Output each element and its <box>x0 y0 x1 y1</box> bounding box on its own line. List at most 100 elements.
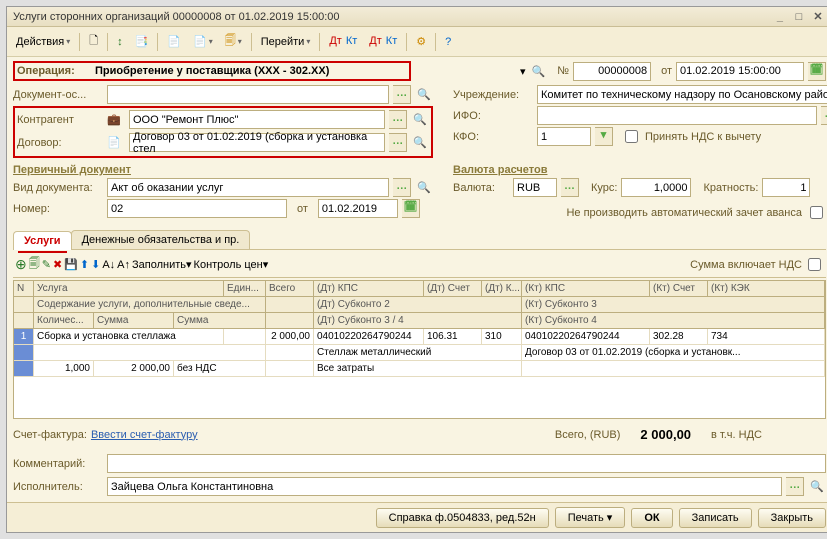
move-down-icon[interactable]: ⬇ <box>91 258 100 271</box>
close-button[interactable]: Закрыть <box>758 508 826 528</box>
doc-number[interactable]: 00000008 <box>573 62 651 81</box>
operation-label: Операция: <box>17 65 91 77</box>
contragent-input[interactable]: ООО "Ремонт Плюс" <box>129 110 385 129</box>
window-title: Услуги сторонних организаций 00000008 от… <box>13 11 340 23</box>
operation-search-icon[interactable]: 🔍 <box>530 65 548 78</box>
price-control-menu[interactable]: Контроль цен▾ <box>194 258 269 271</box>
tb-icon-4[interactable]: 📄 <box>162 32 186 51</box>
vid-search[interactable]: 🔍 <box>415 181 433 194</box>
help-icon[interactable]: ? <box>440 33 456 51</box>
table-row[interactable]: 1 Сборка и установка стеллажа 2 000,00 0… <box>14 329 825 345</box>
uchr-input[interactable]: Комитет по техническому надзору по Осано… <box>537 85 827 104</box>
doc-os-input[interactable] <box>107 85 389 104</box>
kfo-dropdown[interactable]: ▾ <box>595 127 613 146</box>
sum-incl-nds-checkbox[interactable] <box>808 258 821 271</box>
close-icon[interactable]: ✕ <box>810 10 826 23</box>
ifo-label: ИФО: <box>453 110 533 122</box>
edit-row-icon[interactable]: ✎ <box>42 258 51 271</box>
doc-date[interactable]: 01.02.2019 15:00:00 <box>676 62 804 81</box>
move-up-icon[interactable]: ⬆ <box>80 258 89 271</box>
h-ktkps: (Кт) КПС <box>522 281 650 296</box>
tb-icon-3[interactable]: 📑 <box>130 32 154 51</box>
sort-za-icon[interactable]: A↑ <box>117 259 130 271</box>
tab-uslugi[interactable]: Услуги <box>13 231 72 250</box>
doc-os-picker[interactable]: … <box>393 85 411 104</box>
contragent-picker[interactable]: … <box>389 110 407 129</box>
executor-picker[interactable]: … <box>786 477 804 496</box>
h-dtsub34: (Дт) Субконто 3 / 4 <box>314 313 522 328</box>
num-label: № <box>557 65 569 77</box>
ifo-picker[interactable]: … <box>821 106 827 125</box>
kurs-input[interactable]: 1,0000 <box>621 178 691 197</box>
comment-input[interactable] <box>107 454 826 473</box>
sf-link[interactable]: Ввести счет-фактуру <box>91 429 198 441</box>
tb-icon-5[interactable]: 📄▾ <box>188 32 218 51</box>
totals-label: Всего, (RUB) <box>555 429 621 441</box>
doc-os-search[interactable]: 🔍 <box>415 88 433 101</box>
dogovor-label: Договор: <box>17 137 99 149</box>
save-button[interactable]: Записать <box>679 508 752 528</box>
dogovor-input[interactable]: Договор 03 от 01.02.2019 (сборка и устан… <box>129 133 385 152</box>
save-icon[interactable]: 💾 <box>64 258 78 271</box>
kfo-input[interactable]: 1 <box>537 127 591 146</box>
table-row[interactable]: Стеллаж металлический Договор 03 от 01.0… <box>14 345 825 361</box>
goto-menu[interactable]: Перейти▾ <box>256 33 316 51</box>
ok-button[interactable]: ОК <box>631 508 672 528</box>
operation-dropdown-icon[interactable]: ▾ <box>520 65 526 78</box>
nds-accept-checkbox[interactable] <box>625 130 638 143</box>
delete-row-icon[interactable]: ✖ <box>53 258 62 271</box>
tab-obligations[interactable]: Денежные обязательства и пр. <box>71 230 251 249</box>
pd-date-input[interactable]: 01.02.2019 <box>318 199 398 218</box>
sum-incl-nds-label: Сумма включает НДС <box>690 259 802 271</box>
h-dtk: (Дт) К... <box>482 281 522 296</box>
settings-icon[interactable]: ⚙ <box>411 32 431 51</box>
services-grid[interactable]: N Услуга Един... Всего (Дт) КПС (Дт) Сче… <box>13 280 826 419</box>
h-dtsub2: (Дт) Субконто 2 <box>314 297 522 312</box>
minimize-icon[interactable]: _ <box>772 11 788 23</box>
contragent-search[interactable]: 🔍 <box>411 113 429 126</box>
tb-icon-2[interactable]: ↕ <box>112 33 128 51</box>
sf-label: Счет-фактура: <box>13 429 87 441</box>
operation-box: Операция: Приобретение у поставщика (XXX… <box>13 61 411 81</box>
table-row[interactable]: 1,000 2 000,00 без НДС Все затраты <box>14 361 825 377</box>
spravka-button[interactable]: Справка ф.0504833, ред.52н <box>376 508 549 528</box>
valuta-picker[interactable]: … <box>561 178 579 197</box>
vid-picker[interactable]: … <box>393 178 411 197</box>
maximize-icon[interactable]: □ <box>791 11 807 23</box>
h-edin: Един... <box>224 281 266 296</box>
add-row-icon[interactable]: ⊕ <box>15 256 27 273</box>
tb-icon-6[interactable]: 🗐▾ <box>220 29 247 54</box>
pd-date-picker[interactable]: 🗓 <box>402 199 420 218</box>
kurs-label: Курс: <box>591 182 617 194</box>
dtkt-icon[interactable]: ДтКт <box>324 34 362 49</box>
add-row-copy-icon[interactable]: 🗐 <box>29 255 40 274</box>
no-avans-checkbox[interactable] <box>810 206 823 219</box>
tb-icon-1[interactable]: 🗋 <box>84 29 103 54</box>
main-toolbar: Действия▾ 🗋 ↕ 📑 📄 📄▾ 🗐▾ Перейти▾ ДтКт Дт… <box>7 27 827 57</box>
h-dtkps: (Дт) КПС <box>314 281 424 296</box>
fill-menu[interactable]: Заполнить▾ <box>132 258 192 271</box>
sort-az-icon[interactable]: A↓ <box>102 259 115 271</box>
print-button[interactable]: Печать ▾ <box>555 507 626 528</box>
titlebar: Услуги сторонних организаций 00000008 от… <box>7 7 827 27</box>
dtkt-icon-2[interactable]: ДтКт <box>364 34 402 49</box>
dogovor-picker[interactable]: … <box>389 133 407 152</box>
calendar-icon[interactable]: 🗓 <box>808 62 826 81</box>
ifo-input[interactable] <box>537 106 817 125</box>
executor-input[interactable]: Зайцева Ольга Константиновна <box>107 477 782 496</box>
nomer-input[interactable]: 02 <box>107 199 287 218</box>
actions-menu[interactable]: Действия▾ <box>11 33 75 51</box>
vid-label: Вид документа: <box>13 182 103 194</box>
kfo-label: КФО: <box>453 131 533 143</box>
vid-input[interactable]: Акт об оказании услуг <box>107 178 389 197</box>
h-kol: Количес... <box>34 313 94 328</box>
valuta-input[interactable]: RUB <box>513 178 557 197</box>
org-icon: 💼 <box>103 113 125 126</box>
krat-label: Кратность: <box>703 182 758 194</box>
krat-input[interactable]: 1 <box>762 178 810 197</box>
valuta-label: Валюта: <box>453 182 509 194</box>
executor-search[interactable]: 🔍 <box>808 480 826 493</box>
dogovor-search[interactable]: 🔍 <box>411 136 429 149</box>
primary-doc-section: Первичный документ <box>13 164 433 176</box>
h-n: N <box>14 281 34 296</box>
